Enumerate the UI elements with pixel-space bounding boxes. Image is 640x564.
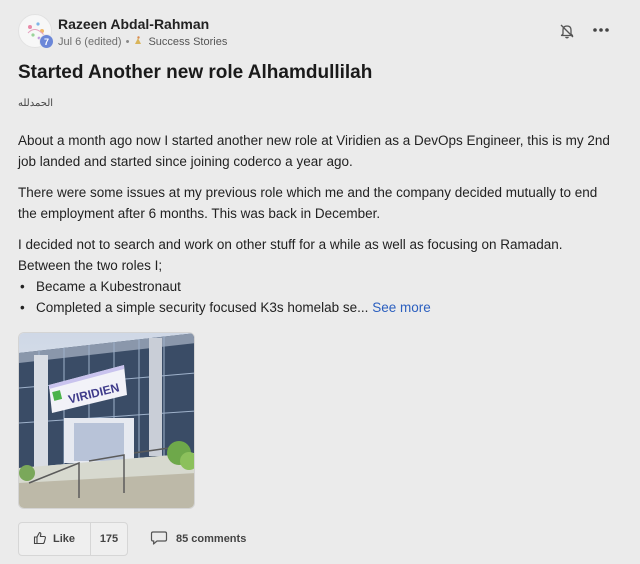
see-more-link[interactable]: See more xyxy=(372,300,431,315)
post-arabic-line: الحمدلله xyxy=(18,98,54,109)
bullet-text: Became a Kubestronaut xyxy=(36,279,181,294)
post-card: 7 Razeen Abdal-Rahman Jul 6 (edited) • S… xyxy=(0,0,640,564)
post-meta: Jul 6 (edited) • Success Stories xyxy=(58,35,227,49)
category-icon xyxy=(133,35,144,49)
bullet-text: Completed a simple security focused K3s … xyxy=(36,300,369,315)
author-name[interactable]: Razeen Abdal-Rahman xyxy=(58,16,209,32)
post-bullet-item: Became a Kubestronaut xyxy=(18,276,618,297)
comment-bubble-icon xyxy=(150,530,168,549)
post-actions: Like 175 85 comments xyxy=(18,522,628,556)
post-paragraph: About a month ago now I started another … xyxy=(18,133,610,169)
post-title: Started Another new role Alhamdullilah xyxy=(18,62,373,83)
post-paragraph: I decided not to search and work on othe… xyxy=(18,237,563,273)
like-count[interactable]: 175 xyxy=(91,523,127,555)
post-header: 7 Razeen Abdal-Rahman Jul 6 (edited) • S… xyxy=(18,12,622,52)
bell-off-icon[interactable] xyxy=(558,22,576,40)
post-bullet-list: Became a Kubestronaut Completed a simple… xyxy=(18,276,618,318)
level-badge: 7 xyxy=(39,34,54,49)
post-paragraph: There were some issues at my previous ro… xyxy=(18,185,598,221)
meta-separator: • xyxy=(125,36,130,48)
comments-label: 85 comments xyxy=(176,533,247,545)
post-body: About a month ago now I started another … xyxy=(18,130,618,318)
comments-button[interactable]: 85 comments xyxy=(150,522,246,556)
thumbs-up-icon xyxy=(33,531,47,548)
post-bullet-item: Completed a simple security focused K3s … xyxy=(18,297,618,318)
like-group: Like 175 xyxy=(18,522,128,556)
like-label: Like xyxy=(53,533,76,545)
post-category[interactable]: Success Stories xyxy=(148,36,227,48)
more-dots-icon[interactable] xyxy=(591,22,611,38)
like-button[interactable]: Like xyxy=(19,523,91,555)
post-image[interactable]: VIRIDIEN xyxy=(18,332,195,509)
post-date: Jul 6 (edited) xyxy=(58,36,122,48)
